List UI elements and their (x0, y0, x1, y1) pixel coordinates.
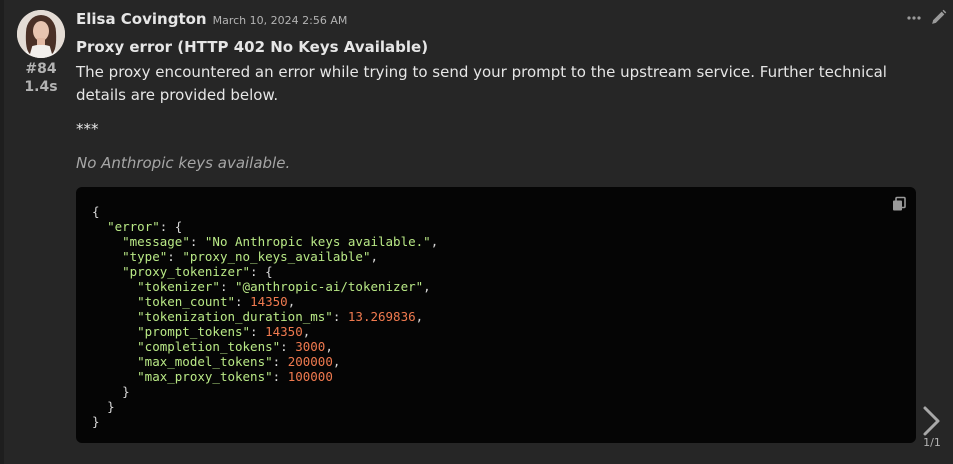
error-title: Proxy error (HTTP 402 No Keys Available) (76, 38, 429, 56)
avatar[interactable] (17, 10, 65, 58)
pencil-icon (932, 9, 947, 24)
code-string: "proxy_no_keys_available" (182, 249, 371, 264)
author-name[interactable]: Elisa Covington (76, 10, 207, 28)
code-key: "prompt_tokens" (137, 324, 251, 339)
error-note: No Anthropic keys available. (76, 154, 291, 172)
code-string: "No Anthropic keys available." (204, 234, 431, 249)
chevron-right-icon (923, 406, 940, 436)
code-number: 200000 (287, 354, 333, 369)
message-header: Elisa Covington March 10, 2024 2:56 AM (76, 10, 347, 32)
code-number: 100000 (287, 369, 333, 384)
code-key: "tokenization_duration_ms" (137, 309, 333, 324)
code-key: "type" (122, 249, 168, 264)
more-options-button[interactable] (906, 10, 922, 26)
code-key: "message" (122, 234, 190, 249)
message-id: #84 (25, 61, 57, 77)
code-number: 14350 (250, 294, 288, 309)
code-text: } (92, 414, 100, 429)
chat-edge (0, 0, 4, 464)
code-block: { "error": { "message": "No Anthropic ke… (76, 187, 916, 443)
code-number: 13.269836 (347, 309, 416, 324)
code-key: "error" (107, 219, 160, 234)
message-timestamp: March 10, 2024 2:56 AM (212, 14, 348, 27)
code-text: } (107, 399, 115, 414)
copy-icon (893, 196, 906, 211)
code-number: 14350 (265, 324, 303, 339)
ellipsis-icon (907, 15, 921, 20)
message-content: Proxy error (HTTP 402 No Keys Available)… (76, 36, 916, 175)
code-key: "completion_tokens" (137, 339, 281, 354)
generation-time: 1.4s (24, 79, 58, 95)
code-key: "token_count" (137, 294, 235, 309)
code-key: "proxy_tokenizer" (122, 264, 251, 279)
code-string: "@anthropic-ai/tokenizer" (235, 279, 424, 294)
code-number: 3000 (295, 339, 326, 354)
message-actions (906, 9, 947, 26)
code-key: "max_model_tokens" (137, 354, 273, 369)
json-code: { "error": { "message": "No Anthropic ke… (92, 204, 439, 429)
edit-message-button[interactable] (930, 9, 947, 26)
avatar-portrait-icon (17, 10, 65, 58)
code-key: "tokenizer" (137, 279, 220, 294)
copy-code-button[interactable] (891, 196, 907, 216)
swipe-counter: 1/1 (923, 436, 941, 449)
separator-text: *** (76, 120, 99, 138)
code-text: { (92, 204, 100, 219)
code-key: "max_proxy_tokens" (137, 369, 273, 384)
error-description: The proxy encountered an error while try… (76, 63, 887, 104)
code-text: } (122, 384, 130, 399)
